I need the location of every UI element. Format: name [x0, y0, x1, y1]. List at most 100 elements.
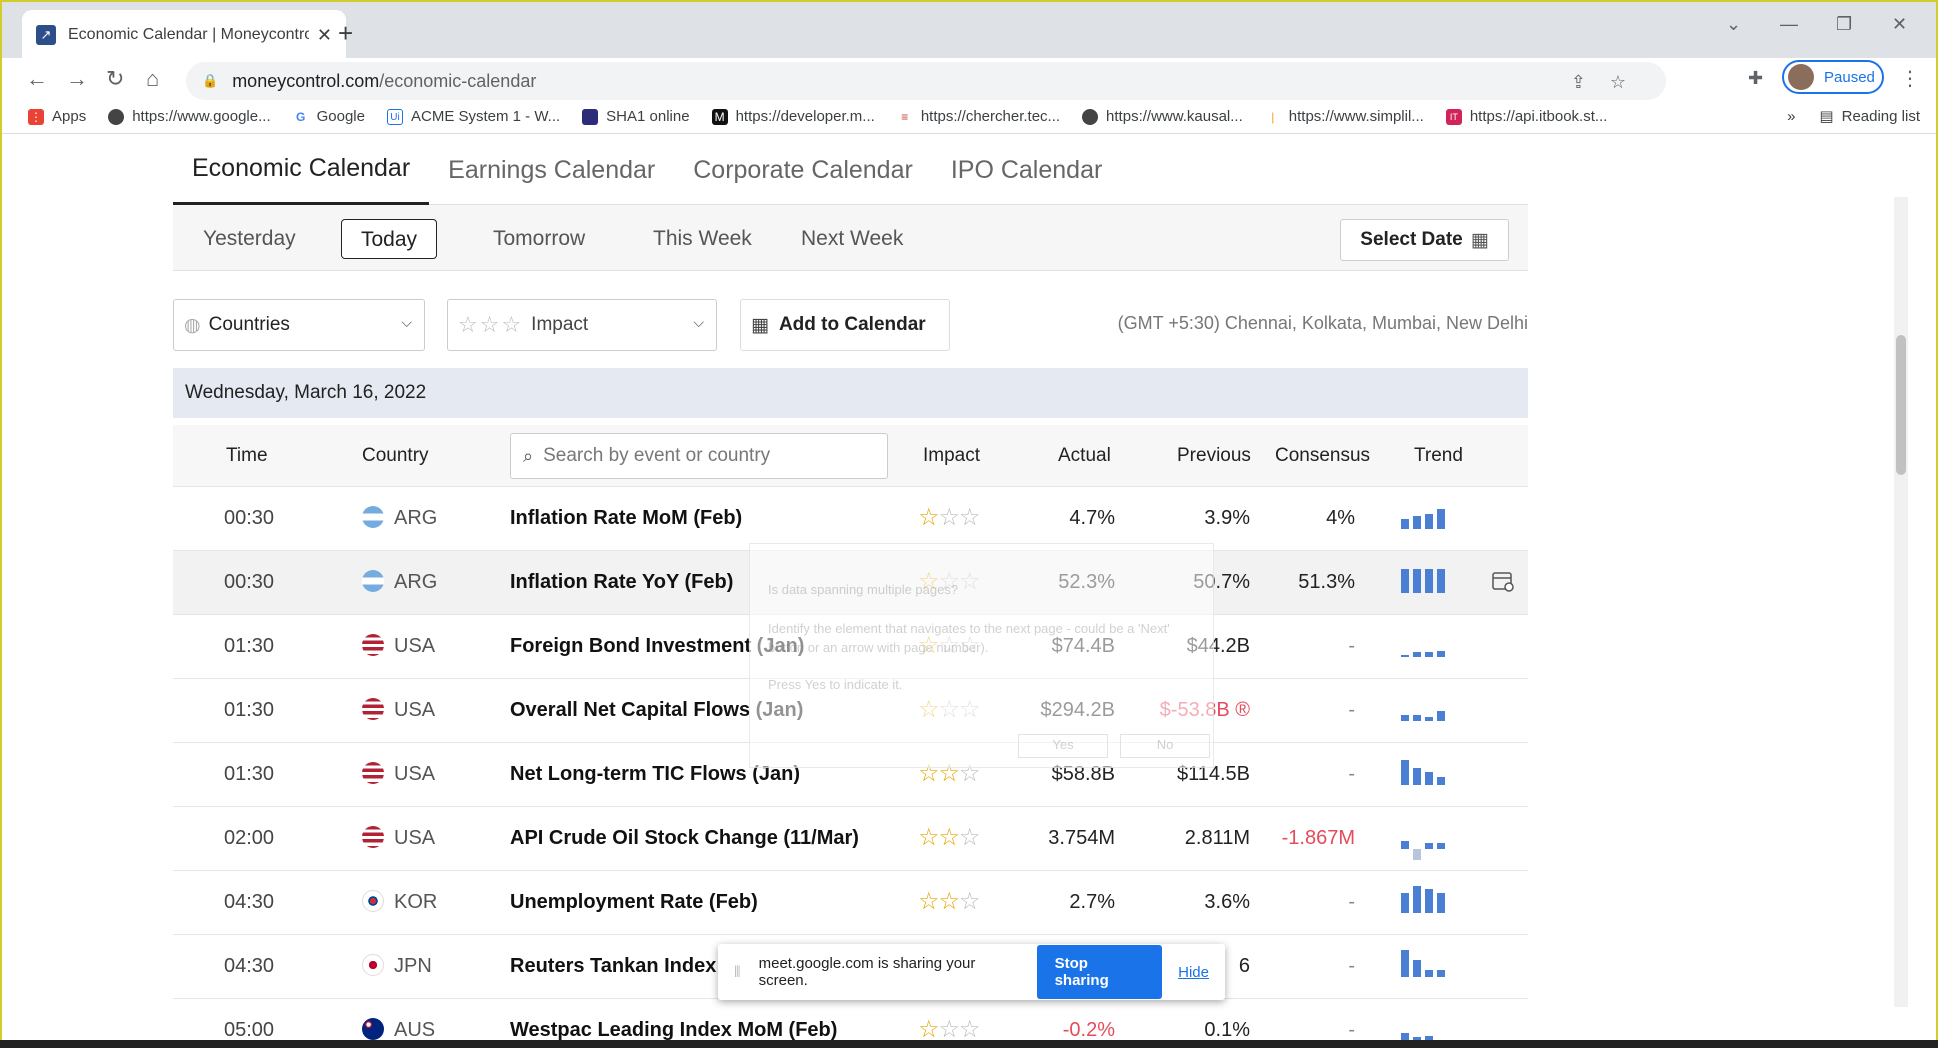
tab-search-icon[interactable]: ⌄ — [1726, 14, 1741, 35]
restore-icon[interactable]: ❐ — [1836, 14, 1852, 35]
event-name[interactable]: Reuters Tankan Index ( — [510, 955, 729, 978]
chevron-down-icon: ⌵ — [693, 314, 704, 330]
back-icon[interactable]: ← — [26, 66, 48, 92]
bookmark-google-url[interactable]: https://www.google... — [108, 108, 271, 125]
browser-tab[interactable]: ↗ Economic Calendar | Moneycontrol ✕ — [22, 10, 346, 60]
table-row[interactable]: 00:30 ARG Inflation Rate MoM (Feb) ☆☆☆ 4.7% 3… — [173, 487, 1528, 551]
countries-dropdown[interactable]: ◍ Countries ⌵ — [173, 299, 425, 351]
profile-button[interactable]: Paused — [1782, 60, 1884, 94]
bookmark-itbook[interactable]: IT https://api.itbook.st... — [1445, 108, 1607, 125]
bookmark-star-icon[interactable]: ☆ — [1610, 72, 1626, 93]
page-scrollbar[interactable] — [1894, 197, 1908, 1007]
reading-list-label[interactable]: Reading list — [1842, 108, 1920, 125]
new-tab-icon[interactable]: + — [338, 18, 353, 49]
day-tab-tomorrow[interactable]: Tomorrow — [493, 219, 585, 259]
ghost-no-button[interactable]: No — [1120, 734, 1210, 758]
star-filled-icon: ☆ — [918, 824, 939, 851]
trend-chart[interactable] — [1401, 821, 1455, 860]
bookmark-google[interactable]: G Google — [292, 108, 365, 125]
more-bookmarks-icon[interactable]: » — [1787, 108, 1795, 125]
event-name[interactable]: Inflation Rate MoM (Feb) — [510, 507, 742, 530]
bookmark-acme[interactable]: Ui ACME System 1 - W... — [386, 108, 560, 125]
tab-corporate-calendar[interactable]: Corporate Calendar — [674, 135, 932, 205]
tab-ipo-calendar[interactable]: IPO Calendar — [932, 135, 1121, 205]
column-actual: Actual — [1058, 445, 1111, 466]
event-actual: -0.2% — [1062, 1019, 1115, 1041]
screen-share-bar: ⦀ meet.google.com is sharing your screen… — [718, 944, 1225, 1000]
reading-list-icon[interactable]: ▤ — [1819, 107, 1833, 125]
event-time: 00:30 — [224, 571, 275, 593]
close-tab-icon[interactable]: ✕ — [317, 25, 332, 46]
event-time: 04:30 — [224, 891, 275, 913]
trend-chart[interactable] — [1401, 565, 1455, 597]
event-country: ARG — [394, 571, 438, 593]
trend-chart[interactable] — [1401, 757, 1455, 789]
home-icon[interactable]: ⌂ — [146, 66, 159, 92]
trend-bar — [1437, 970, 1445, 977]
trend-bar — [1437, 777, 1445, 785]
day-tab-yesterday[interactable]: Yesterday — [203, 219, 296, 259]
star-empty-icon: ☆ — [959, 888, 980, 915]
event-name[interactable]: Westpac Leading Index MoM (Feb) — [510, 1019, 837, 1042]
select-date-button[interactable]: Select Date ▦ — [1340, 219, 1509, 261]
search-input[interactable]: ⌕ Search by event or country — [510, 433, 888, 479]
lock-icon[interactable]: 🔒 — [202, 73, 218, 89]
day-tab-next-week[interactable]: Next Week — [801, 219, 903, 259]
flag-usa-icon — [362, 826, 384, 848]
column-impact: Impact — [923, 445, 981, 466]
event-name[interactable]: Unemployment Rate (Feb) — [510, 891, 758, 914]
filter-row: ◍ Countries ⌵ ☆☆☆ Impact ⌵ ▦ Add to Cale… — [173, 299, 1528, 351]
day-tab-this-week[interactable]: This Week — [653, 219, 752, 259]
bookmark-developer[interactable]: Mhttps://developer.m... — [711, 108, 875, 125]
add-to-calendar-button[interactable]: ▦ Add to Calendar — [740, 299, 950, 351]
event-time: 05:00 — [224, 1019, 275, 1041]
impact-dropdown[interactable]: ☆☆☆ Impact ⌵ — [447, 299, 717, 351]
trend-chart[interactable] — [1401, 693, 1455, 725]
trend-chart[interactable] — [1401, 501, 1455, 533]
event-country: ARG — [394, 507, 438, 529]
trend-bar — [1401, 893, 1409, 913]
drag-handle-icon[interactable]: ⦀ — [734, 964, 741, 981]
overlay-dialog-ghost: Is data spanning multiple pages? Identif… — [749, 543, 1214, 768]
stop-sharing-button[interactable]: Stop sharing — [1036, 945, 1163, 999]
event-name[interactable]: Inflation Rate YoY (Feb) — [510, 571, 733, 594]
close-window-icon[interactable]: ✕ — [1892, 14, 1907, 35]
address-bar[interactable]: 🔒 moneycontrol.com/economic-calendar ⇪ ☆ — [186, 62, 1666, 100]
trend-chart[interactable] — [1401, 949, 1455, 981]
star-filled-icon: ☆ — [938, 888, 960, 915]
url-host: moneycontrol.com — [232, 70, 380, 91]
tab-earnings-calendar[interactable]: Earnings Calendar — [429, 135, 674, 205]
table-row[interactable]: 02:00 USA API Crude Oil Stock Change (11/M… — [173, 807, 1528, 871]
bookmark-chercher[interactable]: ≡ https://chercher.tec... — [896, 108, 1060, 125]
hide-button[interactable]: Hide — [1178, 964, 1209, 981]
forward-icon[interactable]: → — [66, 66, 88, 92]
trend-bar — [1425, 889, 1433, 913]
trend-bar — [1425, 772, 1433, 785]
star-filled-icon: ☆ — [918, 504, 939, 531]
bookmark-kausal[interactable]: https://www.kausal... — [1082, 108, 1243, 125]
menu-kebab-icon[interactable]: ⋮ — [1900, 66, 1920, 91]
tab-economic-calendar[interactable]: Economic Calendar — [173, 135, 430, 205]
event-name[interactable]: API Crude Oil Stock Change (11/Mar) — [510, 827, 859, 850]
table-row[interactable]: 04:30 KOR Unemployment Rate (Feb) ☆☆☆ 2.7% 3.… — [173, 871, 1528, 935]
event-country: USA — [394, 699, 436, 721]
scrollbar-thumb[interactable] — [1896, 335, 1906, 475]
bookmark-simplilearn[interactable]: | https://www.simplil... — [1264, 108, 1424, 125]
bookmark-sha1[interactable]: SHA1 online — [582, 108, 690, 125]
minimize-icon[interactable]: — — [1780, 14, 1798, 35]
bookmark-apps[interactable]: ⋮ Apps — [28, 108, 86, 125]
share-icon[interactable]: ⇪ — [1571, 72, 1586, 93]
star-filled-icon: ☆ — [918, 1016, 939, 1043]
day-tab-today[interactable]: Today — [341, 219, 438, 259]
trend-chart[interactable] — [1401, 629, 1455, 661]
add-event-calendar-icon[interactable] — [1491, 569, 1515, 593]
reload-icon[interactable]: ↻ — [106, 66, 124, 92]
trend-chart[interactable] — [1401, 885, 1455, 917]
extensions-icon[interactable]: ✚ — [1748, 68, 1763, 89]
trend-bar — [1413, 516, 1421, 529]
ghost-body: Identify the element that navigates to t… — [768, 621, 1170, 655]
trend-bar — [1401, 950, 1409, 977]
add-to-calendar-label: Add to Calendar — [778, 314, 926, 335]
ghost-yes-button[interactable]: Yes — [1018, 734, 1108, 758]
trend-bar — [1437, 651, 1445, 657]
